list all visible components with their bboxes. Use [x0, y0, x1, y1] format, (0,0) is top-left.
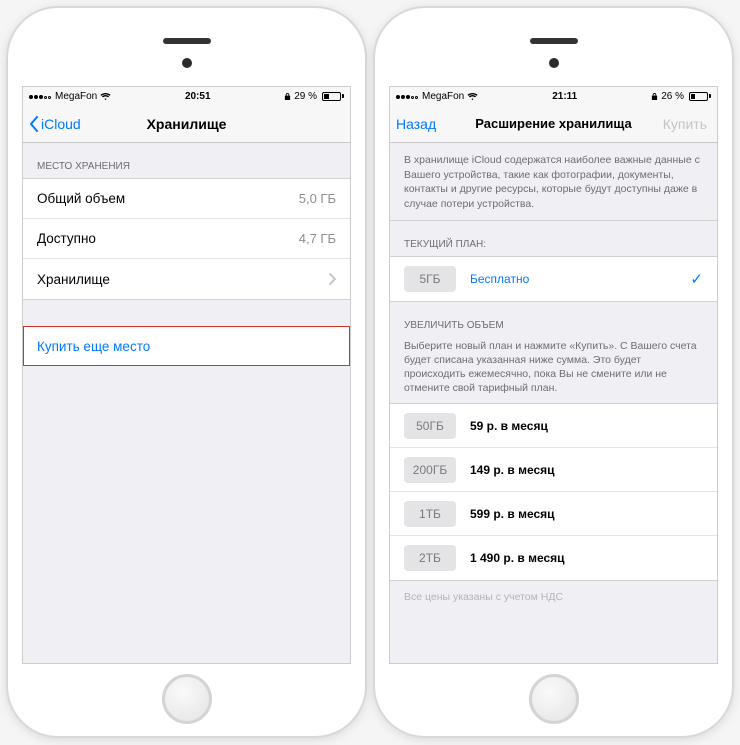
plan-row-2tb[interactable]: 2ТБ 1 490 р. в месяц	[390, 536, 717, 580]
buy-more-storage-row[interactable]: Купить еще место	[23, 326, 350, 366]
storage-description: В хранилище iCloud содержатся наиболее в…	[390, 143, 717, 221]
total-storage-row: Общий объем 5,0 ГБ	[23, 179, 350, 219]
plan-size: 50ГБ	[404, 413, 456, 439]
lock-icon	[651, 92, 658, 101]
plan-row-1tb[interactable]: 1ТБ 599 р. в месяц	[390, 492, 717, 536]
home-button[interactable]	[162, 674, 212, 724]
speaker	[530, 38, 578, 44]
back-button[interactable]: iCloud	[29, 105, 81, 142]
plan-size: 2ТБ	[404, 545, 456, 571]
signal-dots-icon	[29, 91, 52, 102]
plan-price: 59 р. в месяц	[470, 419, 548, 433]
battery-percent: 26 %	[661, 91, 684, 102]
current-plan-size: 5ГБ	[404, 266, 456, 292]
plan-size: 1ТБ	[404, 501, 456, 527]
phone-left: MegaFon 20:51 29 % iCloud Хранилище МЕСТ…	[8, 8, 365, 736]
upgrade-plans-group: 50ГБ 59 р. в месяц 200ГБ 149 р. в месяц …	[390, 403, 717, 581]
storage-section-header: МЕСТО ХРАНЕНИЯ	[23, 143, 350, 178]
content-area: В хранилище iCloud содержатся наиболее в…	[390, 143, 717, 663]
phone-right: MegaFon 21:11 26 % Назад Расширение хран…	[375, 8, 732, 736]
speaker	[163, 38, 211, 44]
chevron-right-icon	[328, 273, 336, 285]
nav-title: Расширение хранилища	[475, 116, 632, 131]
chevron-left-icon	[29, 116, 39, 132]
total-storage-value: 5,0 ГБ	[299, 191, 336, 206]
battery-icon	[320, 92, 344, 101]
current-plan-price: Бесплатно	[470, 272, 529, 286]
battery-icon	[687, 92, 711, 101]
lock-icon	[284, 92, 291, 101]
clock-label: 20:51	[185, 91, 211, 102]
manage-storage-row[interactable]: Хранилище	[23, 259, 350, 299]
camera	[549, 58, 559, 68]
signal-dots-icon	[396, 91, 419, 102]
carrier-label: MegaFon	[55, 91, 97, 102]
plan-price: 149 р. в месяц	[470, 463, 555, 477]
wifi-icon	[467, 92, 478, 101]
nav-title: Хранилище	[147, 116, 227, 132]
plan-price: 599 р. в месяц	[470, 507, 555, 521]
plan-price: 1 490 р. в месяц	[470, 551, 565, 565]
plan-size: 200ГБ	[404, 457, 456, 483]
carrier-label: MegaFon	[422, 91, 464, 102]
buy-label: Купить	[663, 116, 707, 132]
checkmark-icon: ✓	[690, 270, 703, 288]
screen-upgrade: MegaFon 21:11 26 % Назад Расширение хран…	[389, 86, 718, 664]
plan-row-200gb[interactable]: 200ГБ 149 р. в месяц	[390, 448, 717, 492]
battery-percent: 29 %	[294, 91, 317, 102]
manage-storage-label: Хранилище	[37, 272, 110, 287]
back-label: Назад	[396, 116, 436, 132]
buy-button[interactable]: Купить	[663, 105, 707, 142]
total-storage-label: Общий объем	[37, 191, 125, 206]
wifi-icon	[100, 92, 111, 101]
current-plan-header: ТЕКУЩИЙ ПЛАН:	[390, 221, 717, 256]
home-button[interactable]	[529, 674, 579, 724]
current-plan-group: 5ГБ Бесплатно ✓	[390, 256, 717, 302]
pricing-footer-note: Все цены указаны с учетом НДС	[390, 581, 717, 613]
back-label: iCloud	[41, 116, 81, 132]
nav-bar: iCloud Хранилище	[23, 105, 350, 143]
content-area: МЕСТО ХРАНЕНИЯ Общий объем 5,0 ГБ Доступ…	[23, 143, 350, 663]
available-storage-label: Доступно	[37, 231, 96, 246]
plan-row-50gb[interactable]: 50ГБ 59 р. в месяц	[390, 404, 717, 448]
clock-label: 21:11	[552, 91, 577, 102]
status-bar: MegaFon 21:11 26 %	[390, 87, 717, 105]
buy-more-link: Купить еще место	[37, 339, 150, 354]
nav-bar: Назад Расширение хранилища Купить	[390, 105, 717, 143]
upgrade-subtext: Выберите новый план и нажмите «Купить». …	[390, 333, 717, 404]
available-storage-row: Доступно 4,7 ГБ	[23, 219, 350, 259]
screen-storage: MegaFon 20:51 29 % iCloud Хранилище МЕСТ…	[22, 86, 351, 664]
upgrade-header: УВЕЛИЧИТЬ ОБЪЕМ	[390, 302, 717, 333]
back-button[interactable]: Назад	[396, 105, 436, 142]
camera	[182, 58, 192, 68]
status-bar: MegaFon 20:51 29 %	[23, 87, 350, 105]
available-storage-value: 4,7 ГБ	[299, 231, 336, 246]
current-plan-row[interactable]: 5ГБ Бесплатно ✓	[390, 257, 717, 301]
storage-group: Общий объем 5,0 ГБ Доступно 4,7 ГБ Храни…	[23, 178, 350, 300]
